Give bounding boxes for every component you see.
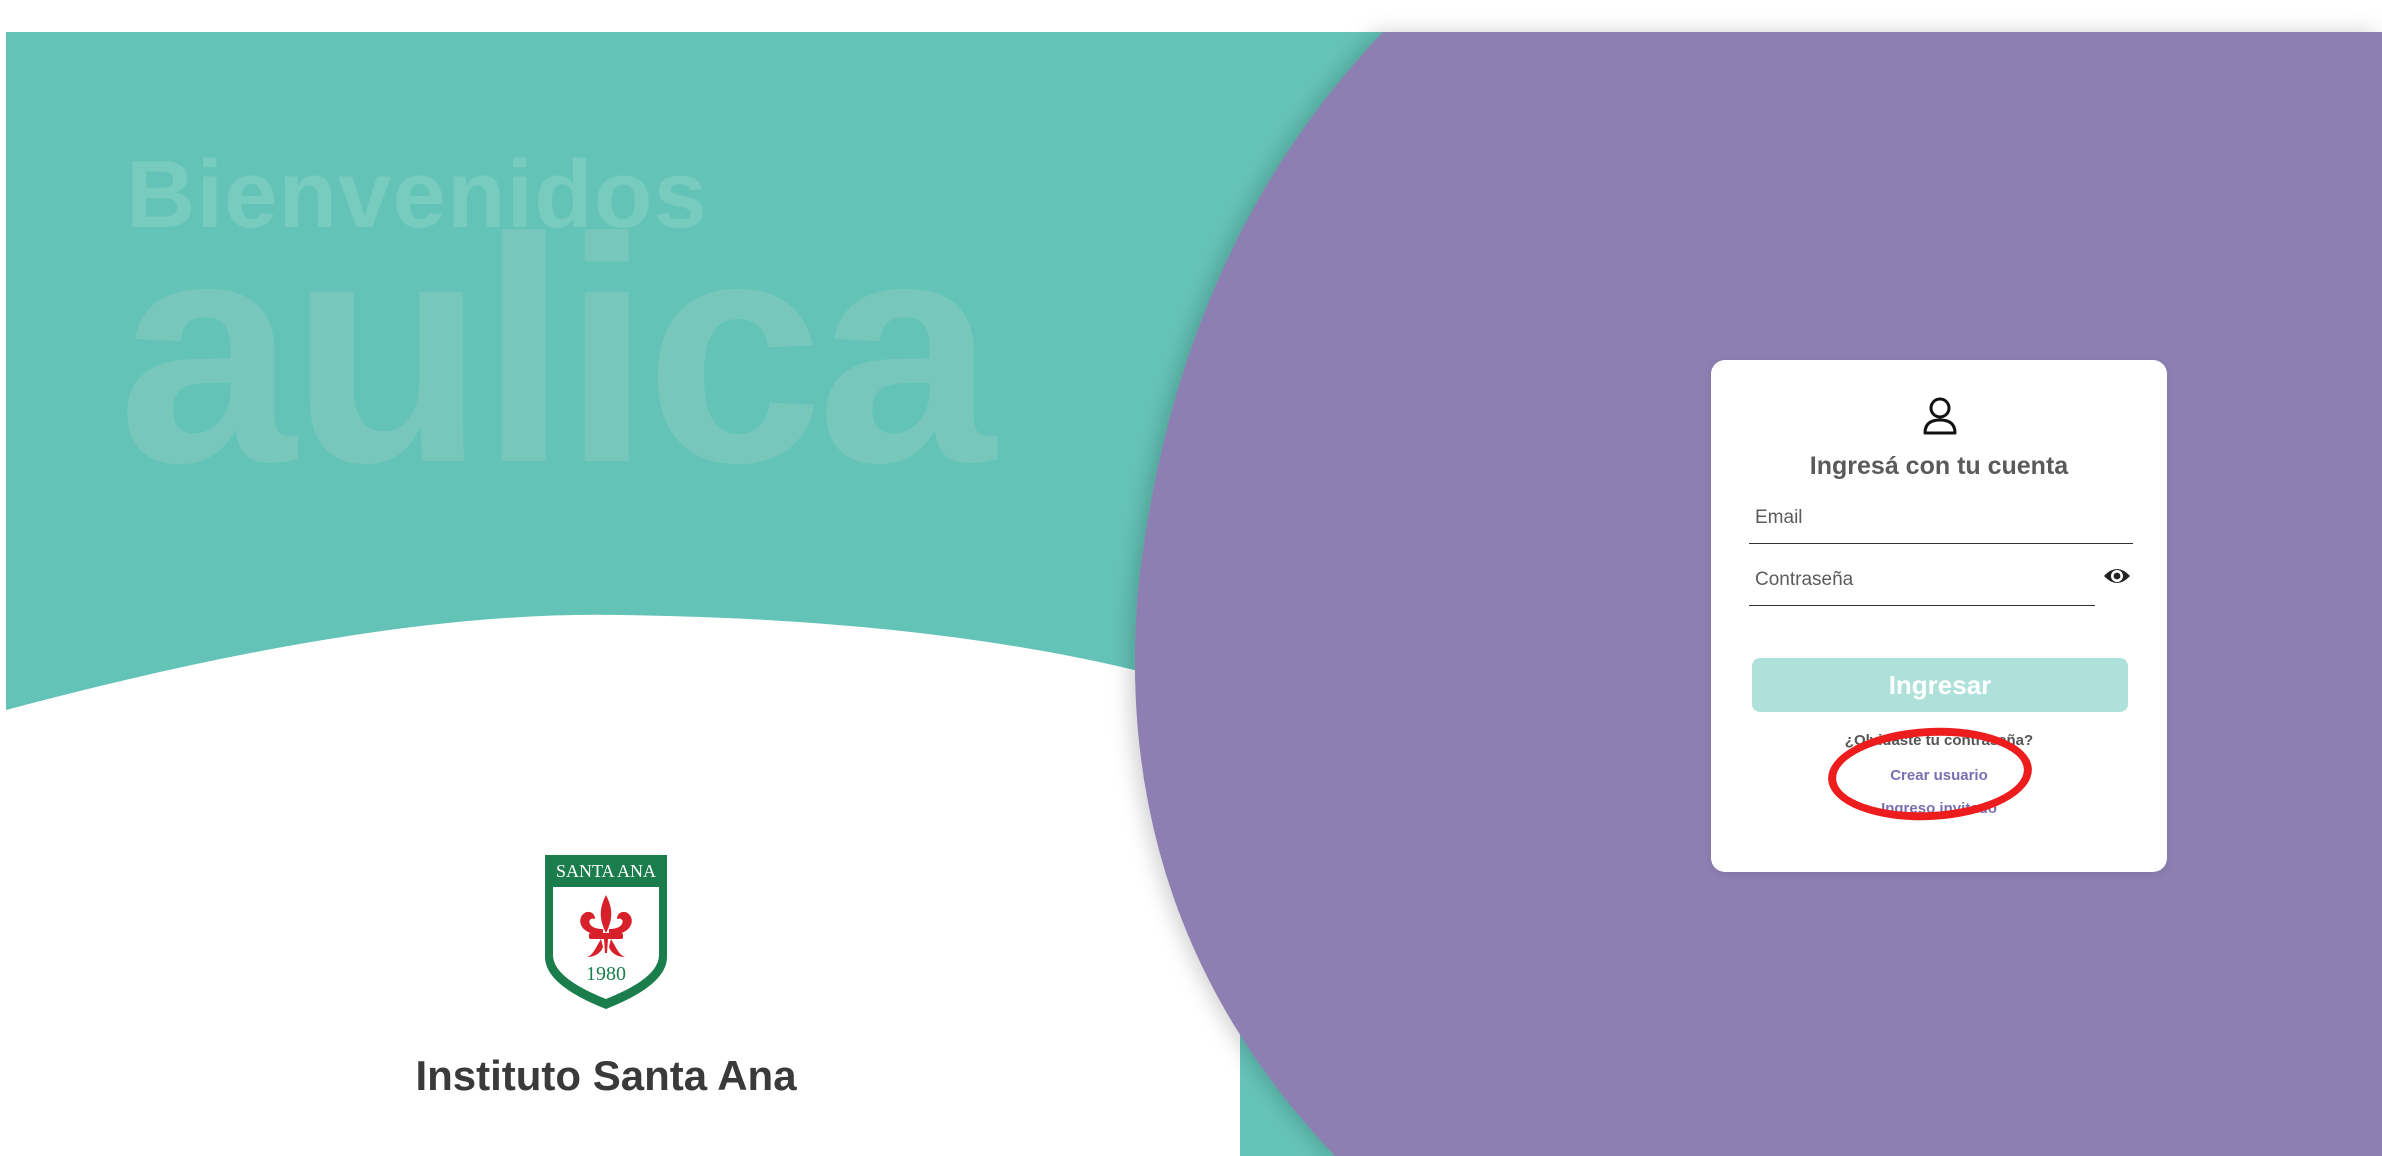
school-crest-logo: SANTA ANA 1980 — [545, 855, 667, 1009]
login-title: Ingresá con tu cuenta — [1809, 452, 2069, 480]
login-page: Bienvenidos aulica SANTA ANA 1980 Instit… — [0, 0, 2382, 1156]
watermark-brand-logo: aulica — [118, 171, 995, 529]
crest-top-text: SANTA ANA — [556, 861, 656, 881]
create-user-link[interactable]: Crear usuario — [1711, 767, 2167, 784]
eye-icon[interactable] — [2103, 564, 2131, 588]
forgot-password-link[interactable]: ¿Olvidaste tu contraseña? — [1711, 732, 2167, 749]
login-card: Ingresá con tu cuenta Ingresar ¿Olvidast… — [1711, 360, 2167, 872]
email-input[interactable] — [1749, 502, 2133, 544]
school-name: Instituto Santa Ana — [415, 1052, 797, 1099]
guest-access-link[interactable]: Ingreso invitado — [1711, 800, 2167, 817]
crest-year-text: 1980 — [586, 963, 626, 985]
password-input[interactable] — [1749, 564, 2095, 606]
user-icon — [1923, 397, 1957, 435]
login-submit-button[interactable]: Ingresar — [1752, 658, 2128, 712]
